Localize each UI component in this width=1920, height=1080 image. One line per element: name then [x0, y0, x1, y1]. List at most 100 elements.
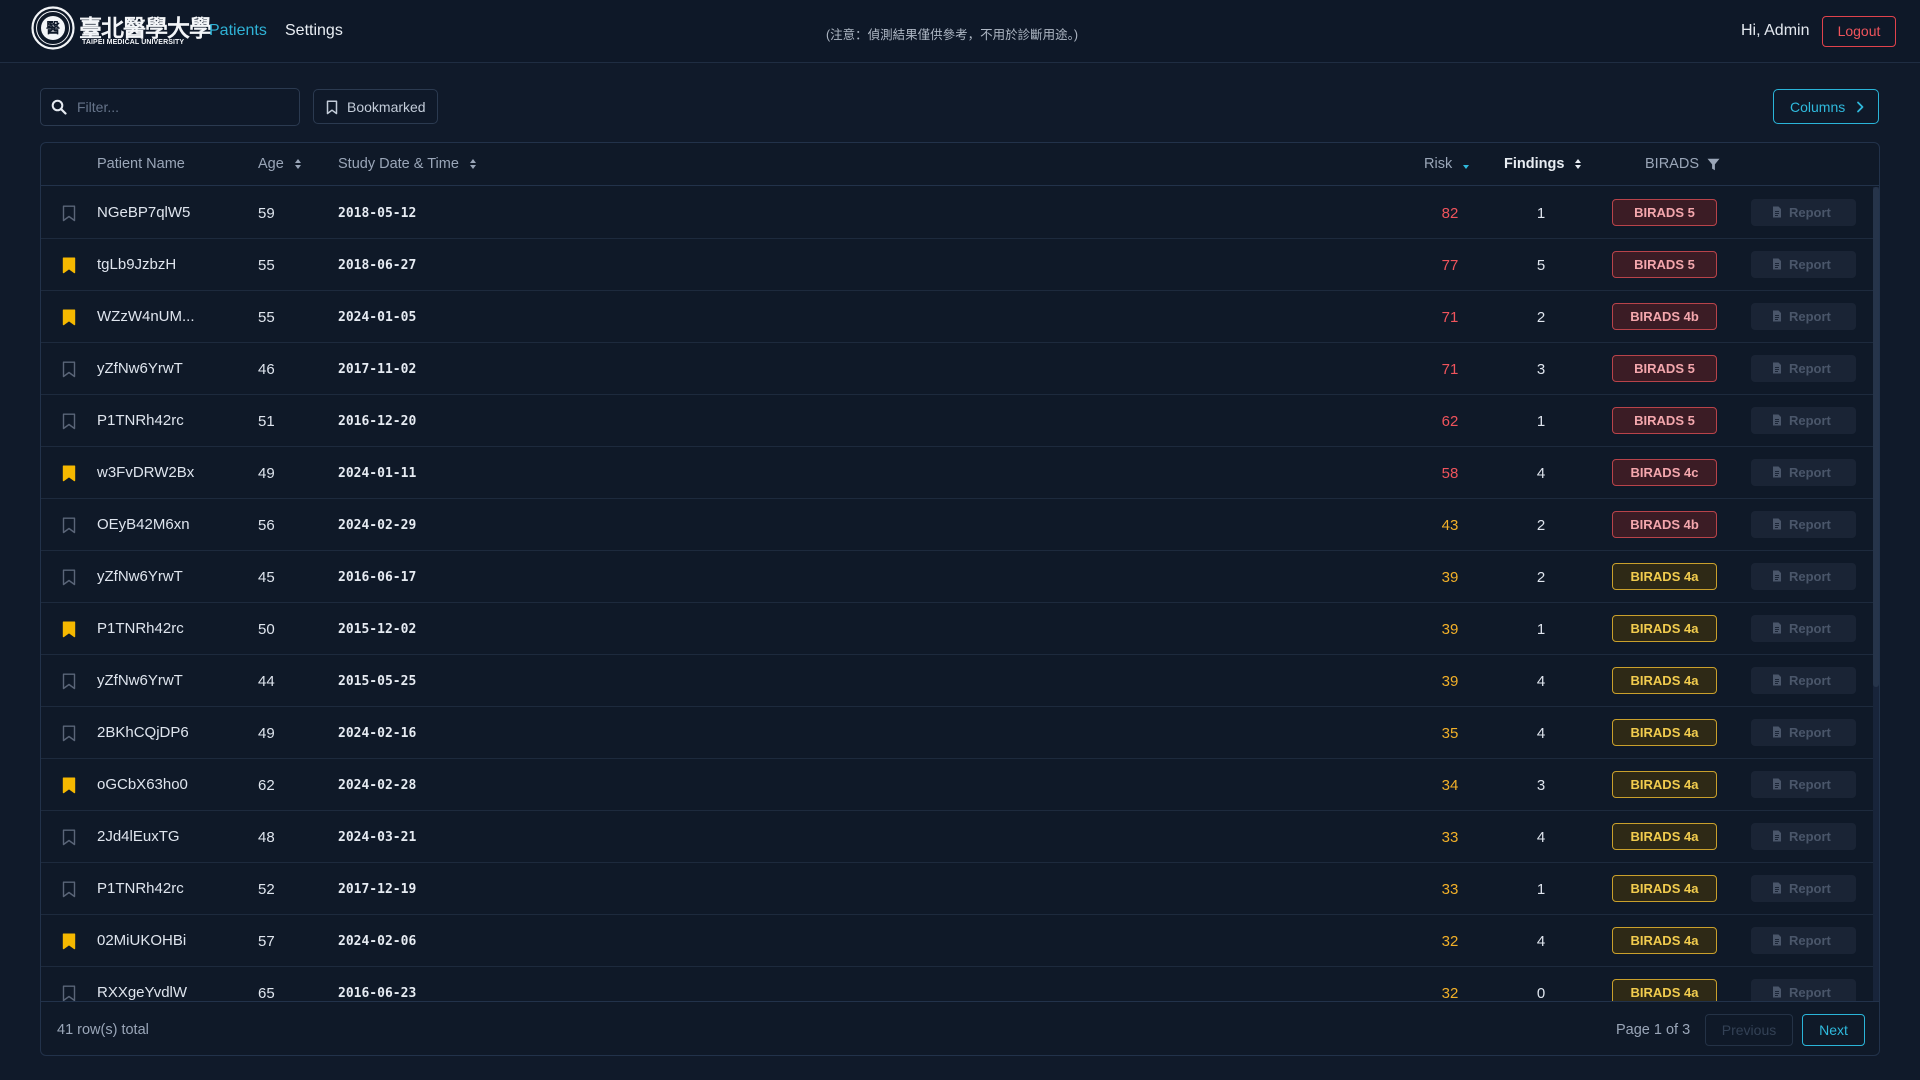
- bookmark-outline-icon[interactable]: [62, 517, 76, 534]
- bookmark-outline-icon[interactable]: [62, 361, 76, 378]
- bookmark-filled-icon[interactable]: [62, 465, 76, 482]
- patient-name[interactable]: 2BKhCQjDP6: [97, 724, 189, 741]
- patient-name[interactable]: yZfNw6YrwT: [97, 672, 183, 689]
- report-button[interactable]: Report: [1751, 927, 1856, 954]
- bookmark-filled-icon[interactable]: [62, 257, 76, 274]
- report-button[interactable]: Report: [1751, 563, 1856, 590]
- report-button[interactable]: Report: [1751, 823, 1856, 850]
- table-row[interactable]: P1TNRh42rc 50 2015-12-02 39 1 BIRADS 4a Report: [41, 603, 1873, 655]
- patient-name[interactable]: tgLb9JzbzH: [97, 256, 176, 273]
- table-row[interactable]: yZfNw6YrwT 46 2017-11-02 71 3 BIRADS 5 Report: [41, 343, 1873, 395]
- findings-count: 4: [1536, 933, 1546, 950]
- table-scrollbar[interactable]: [1873, 187, 1879, 1001]
- table-row[interactable]: yZfNw6YrwT 44 2015-05-25 39 4 BIRADS 4a Report: [41, 655, 1873, 707]
- document-icon: [1773, 414, 1781, 426]
- birads-badge: BIRADS 4c: [1612, 459, 1717, 486]
- bookmark-outline-icon[interactable]: [62, 413, 76, 430]
- columns-button[interactable]: Columns: [1773, 89, 1879, 124]
- bookmark-outline-icon[interactable]: [62, 725, 76, 742]
- report-button[interactable]: Report: [1751, 615, 1856, 642]
- column-header-findings[interactable]: Findings: [1504, 156, 1582, 172]
- document-icon: [1773, 674, 1781, 686]
- report-button[interactable]: Report: [1751, 199, 1856, 226]
- patient-name[interactable]: yZfNw6YrwT: [97, 360, 183, 377]
- report-button[interactable]: Report: [1751, 979, 1856, 1001]
- nav-patients[interactable]: Patients: [209, 22, 267, 40]
- bookmark-outline-icon[interactable]: [62, 673, 76, 690]
- bookmark-filled-icon[interactable]: [62, 309, 76, 326]
- report-button[interactable]: Report: [1751, 407, 1856, 434]
- patient-age: 56: [258, 517, 275, 534]
- patient-name[interactable]: 02MiUKOHBi: [97, 932, 186, 949]
- column-header-study-date[interactable]: Study Date & Time: [338, 156, 477, 172]
- report-button[interactable]: Report: [1751, 667, 1856, 694]
- next-page-button[interactable]: Next: [1802, 1014, 1865, 1046]
- birads-badge: BIRADS 4a: [1612, 771, 1717, 798]
- column-header-age[interactable]: Age: [258, 156, 302, 172]
- logo-english-name: TAIPEI MEDICAL UNIVERSITY: [82, 39, 185, 46]
- nav-settings[interactable]: Settings: [285, 22, 343, 40]
- university-logo[interactable]: 醫 臺北醫學大學 TAIPEI MEDICAL UNIVERSITY: [31, 6, 212, 52]
- table-row[interactable]: 02MiUKOHBi 57 2024-02-06 32 4 BIRADS 4a Report: [41, 915, 1873, 967]
- patient-name[interactable]: OEyB42M6xn: [97, 516, 190, 533]
- bookmark-outline-icon[interactable]: [62, 205, 76, 222]
- report-button[interactable]: Report: [1751, 355, 1856, 382]
- document-icon: [1773, 934, 1781, 946]
- column-header-birads[interactable]: BIRADS: [1645, 156, 1720, 172]
- filter-field[interactable]: [40, 88, 300, 126]
- table-row[interactable]: oGCbX63ho0 62 2024-02-28 34 3 BIRADS 4a Report: [41, 759, 1873, 811]
- document-icon: [1773, 778, 1781, 790]
- bookmark-outline-icon[interactable]: [62, 569, 76, 586]
- patient-name[interactable]: P1TNRh42rc: [97, 620, 184, 637]
- report-button[interactable]: Report: [1751, 303, 1856, 330]
- table-row[interactable]: WZzW4nUM... 55 2024-01-05 71 2 BIRADS 4b Repor…: [41, 291, 1873, 343]
- patient-name[interactable]: oGCbX63ho0: [97, 776, 188, 793]
- patient-name[interactable]: w3FvDRW2Bx: [97, 464, 194, 481]
- column-header-risk[interactable]: Risk: [1424, 156, 1470, 172]
- filter-input[interactable]: [77, 97, 287, 117]
- previous-page-button[interactable]: Previous: [1705, 1014, 1793, 1046]
- patient-name[interactable]: 2Jd4lEuxTG: [97, 828, 180, 845]
- patient-name[interactable]: yZfNw6YrwT: [97, 568, 183, 585]
- report-button[interactable]: Report: [1751, 459, 1856, 486]
- risk-score: 33: [1441, 881, 1459, 898]
- table-row[interactable]: w3FvDRW2Bx 49 2024-01-11 58 4 BIRADS 4c Report: [41, 447, 1873, 499]
- table-row[interactable]: OEyB42M6xn 56 2024-02-29 43 2 BIRADS 4b Report: [41, 499, 1873, 551]
- report-button[interactable]: Report: [1751, 251, 1856, 278]
- bookmarked-filter-button[interactable]: Bookmarked: [313, 89, 438, 124]
- table-row[interactable]: P1TNRh42rc 52 2017-12-19 33 1 BIRADS 4a Report: [41, 863, 1873, 915]
- bookmark-filled-icon[interactable]: [62, 777, 76, 794]
- bookmark-outline-icon[interactable]: [62, 881, 76, 898]
- table-row[interactable]: RXXgeYvdlW 65 2016-06-23 32 0 BIRADS 4a Report: [41, 967, 1873, 1001]
- table-row[interactable]: 2BKhCQjDP6 49 2024-02-16 35 4 BIRADS 4a Report: [41, 707, 1873, 759]
- table-row[interactable]: NGeBP7qlW5 59 2018-05-12 82 1 BIRADS 5 Report: [41, 187, 1873, 239]
- document-icon: [1773, 622, 1781, 634]
- patient-name[interactable]: P1TNRh42rc: [97, 880, 184, 897]
- scrollbar-thumb[interactable]: [1873, 187, 1879, 687]
- table-row[interactable]: 2Jd4lEuxTG 48 2024-03-21 33 4 BIRADS 4a Report: [41, 811, 1873, 863]
- report-button[interactable]: Report: [1751, 771, 1856, 798]
- sort-descending-icon: [1463, 165, 1470, 170]
- patient-name[interactable]: P1TNRh42rc: [97, 412, 184, 429]
- patient-name[interactable]: WZzW4nUM...: [97, 308, 195, 325]
- patient-name[interactable]: NGeBP7qlW5: [97, 204, 190, 221]
- report-label: Report: [1789, 933, 1831, 948]
- filter-funnel-icon[interactable]: [1707, 158, 1720, 171]
- bookmark-filled-icon[interactable]: [62, 621, 76, 638]
- table-row[interactable]: tgLb9JzbzH 55 2018-06-27 77 5 BIRADS 5 Report: [41, 239, 1873, 291]
- column-header-patient-name[interactable]: Patient Name: [97, 156, 185, 172]
- study-date: 2024-02-28: [338, 778, 417, 793]
- report-button[interactable]: Report: [1751, 875, 1856, 902]
- table-row[interactable]: yZfNw6YrwT 45 2016-06-17 39 2 BIRADS 4a Report: [41, 551, 1873, 603]
- report-button[interactable]: Report: [1751, 511, 1856, 538]
- logout-button[interactable]: Logout: [1822, 16, 1896, 47]
- table-row[interactable]: P1TNRh42rc 51 2016-12-20 62 1 BIRADS 5 Report: [41, 395, 1873, 447]
- findings-count: 4: [1536, 465, 1546, 482]
- study-date: 2018-05-12: [338, 206, 417, 221]
- bookmark-filled-icon[interactable]: [62, 933, 76, 950]
- bookmark-outline-icon[interactable]: [62, 985, 76, 1001]
- bookmark-outline-icon[interactable]: [62, 829, 76, 846]
- report-button[interactable]: Report: [1751, 719, 1856, 746]
- findings-count: 3: [1536, 777, 1546, 794]
- patient-name[interactable]: RXXgeYvdlW: [97, 984, 187, 1001]
